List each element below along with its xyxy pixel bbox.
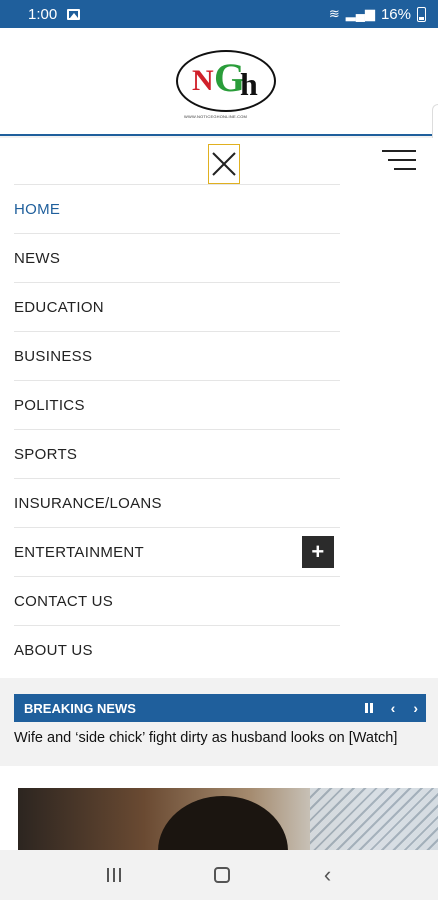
nav-list: HOME NEWS EDUCATION BUSINESS POLITICS SP… bbox=[14, 184, 340, 674]
nav-item-business[interactable]: BUSINESS bbox=[14, 331, 340, 380]
status-bar: 1:00 ≋ ▂▄▆ 16% bbox=[0, 0, 438, 28]
plus-icon: + bbox=[311, 539, 325, 564]
signal-icon: ▂▄▆ bbox=[345, 6, 375, 21]
hamburger-line bbox=[388, 159, 416, 161]
site-header: N G h WWW.NOTICEGHONLINE.COM bbox=[0, 28, 438, 136]
nav-item-label: CONTACT US bbox=[14, 592, 114, 610]
close-menu-button[interactable] bbox=[208, 144, 240, 184]
home-icon[interactable] bbox=[214, 867, 231, 883]
article-card bbox=[0, 766, 438, 856]
nav-item-label: BUSINESS bbox=[14, 347, 93, 365]
nav-item-news[interactable]: NEWS bbox=[14, 233, 340, 282]
image-notification-icon bbox=[67, 8, 81, 20]
status-left: 1:00 bbox=[28, 5, 81, 23]
nav-item-contact-us[interactable]: CONTACT US bbox=[14, 576, 340, 625]
close-icon bbox=[212, 152, 236, 176]
site-logo[interactable]: N G h bbox=[176, 50, 276, 112]
logo-tagline: WWW.NOTICEGHONLINE.COM bbox=[184, 114, 248, 119]
photo-background-window bbox=[310, 788, 438, 856]
expand-submenu-button[interactable]: + bbox=[302, 536, 334, 568]
nav-item-label: POLITICS bbox=[14, 396, 85, 414]
recent-apps-icon[interactable] bbox=[106, 868, 121, 882]
nav-item-home[interactable]: HOME bbox=[14, 184, 340, 233]
nav-item-label: SPORTS bbox=[14, 445, 78, 463]
logo-letter-h: h bbox=[240, 66, 258, 102]
photo-subject bbox=[158, 796, 288, 856]
breaking-news-label: BREAKING NEWS bbox=[24, 700, 136, 716]
nav-item-entertainment[interactable]: ENTERTAINMENT + bbox=[14, 527, 340, 576]
hamburger-line bbox=[382, 150, 416, 152]
back-icon[interactable]: ‹ bbox=[324, 862, 331, 888]
nav-item-label: ABOUT US bbox=[14, 641, 93, 659]
nav-item-education[interactable]: EDUCATION bbox=[14, 282, 340, 331]
pause-icon[interactable] bbox=[364, 703, 373, 713]
nav-item-about-us[interactable]: ABOUT US bbox=[14, 625, 340, 674]
battery-percent: 16% bbox=[380, 5, 411, 23]
nav-item-label: ENTERTAINMENT bbox=[14, 543, 145, 561]
nav-item-label: INSURANCE/LOANS bbox=[14, 494, 162, 512]
nav-item-label: HOME bbox=[14, 200, 61, 218]
logo-letter-n: N bbox=[192, 64, 214, 97]
article-image[interactable] bbox=[18, 788, 438, 856]
hamburger-menu-button[interactable] bbox=[382, 150, 416, 172]
system-nav-bar: ‹ bbox=[0, 850, 438, 900]
breaking-news-controls: ‹ › bbox=[364, 694, 418, 722]
breaking-headline[interactable]: Wife and ‘side chick’ fight dirty as hus… bbox=[14, 730, 397, 746]
status-right: ≋ ▂▄▆ 16% bbox=[329, 6, 426, 23]
battery-icon bbox=[417, 6, 426, 22]
nav-item-sports[interactable]: SPORTS bbox=[14, 429, 340, 478]
prev-arrow-icon[interactable]: ‹ bbox=[391, 700, 396, 716]
navigation-menu: HOME NEWS EDUCATION BUSINESS POLITICS SP… bbox=[0, 138, 438, 678]
wifi-icon: ≋ bbox=[328, 6, 340, 21]
nav-item-label: NEWS bbox=[14, 249, 61, 267]
nav-item-label: EDUCATION bbox=[14, 298, 104, 316]
status-time: 1:00 bbox=[28, 5, 58, 23]
hamburger-line bbox=[394, 168, 416, 170]
nav-item-insurance-loans[interactable]: INSURANCE/LOANS bbox=[14, 478, 340, 527]
breaking-news-bar: BREAKING NEWS ‹ › bbox=[14, 694, 426, 722]
next-arrow-icon[interactable]: › bbox=[413, 700, 418, 716]
nav-item-politics[interactable]: POLITICS bbox=[14, 380, 340, 429]
